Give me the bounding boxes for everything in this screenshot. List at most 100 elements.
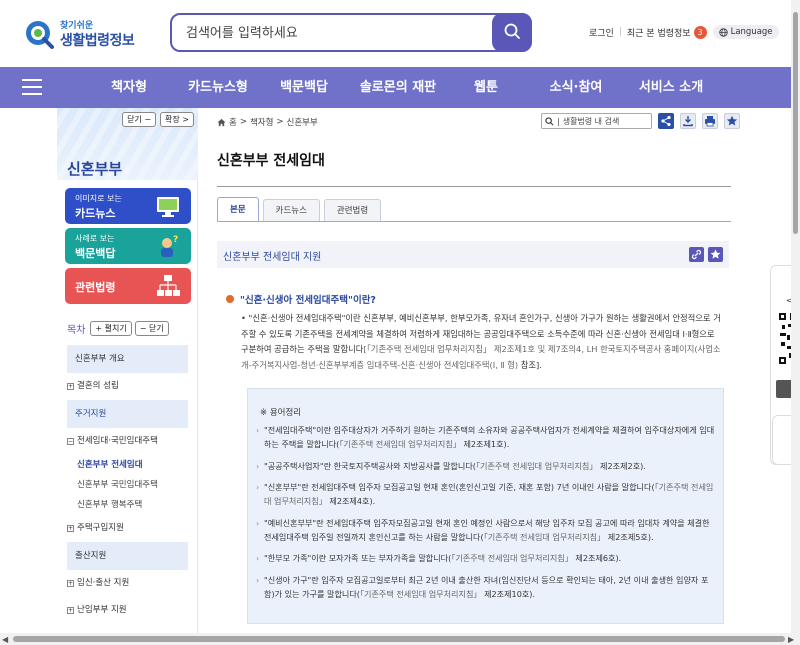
toc-item-label: 결혼의 성립 bbox=[77, 381, 119, 391]
definition-item: "공공주택사업자"란 한국토지주택공사와 지방공사를 말합니다(「기존주택 전세… bbox=[256, 459, 718, 473]
site-logo[interactable]: 찾기쉬운 생활법령정보 bbox=[24, 16, 135, 52]
toc-item-label: 난임부부 지원 bbox=[77, 605, 127, 615]
nav-item-qa[interactable]: 백문백답 bbox=[268, 67, 340, 108]
toc-item-label: 임신·출산 지원 bbox=[77, 578, 130, 588]
toc-close-button[interactable]: − 닫기 bbox=[134, 321, 169, 336]
toc-label: 목차 bbox=[67, 325, 86, 336]
promo-cardnews[interactable]: 이미지로 보는 카드뉴스 bbox=[65, 188, 191, 224]
expand-icon[interactable]: + bbox=[67, 607, 74, 614]
monitor-icon bbox=[157, 197, 179, 217]
nav-item-news[interactable]: 소식·참여 bbox=[516, 67, 636, 108]
definitions-list: "전세임대주택"이란 입주대상자가 거주하기 원하는 기존주택의 소유자와 공공… bbox=[256, 423, 718, 609]
toc-section-label: 주거지원 bbox=[75, 409, 107, 419]
definitions-box: ※ 용어정리 "전세임대주택"이란 입주대상자가 거주하기 원하는 기존주택의 … bbox=[247, 388, 724, 624]
toc-subitem[interactable]: 신혼부부 행복주택 bbox=[67, 495, 188, 515]
expand-icon[interactable]: + bbox=[67, 383, 74, 390]
toc-item-label: 주택구입지원 bbox=[77, 523, 124, 533]
person-question-icon: ? bbox=[161, 235, 178, 257]
toc-section[interactable]: 신혼부부 개요 bbox=[67, 345, 188, 373]
collapse-icon[interactable]: − bbox=[67, 438, 74, 445]
language-label: Language bbox=[730, 27, 773, 37]
breadcrumb-sep: > bbox=[276, 117, 284, 127]
toc-section[interactable]: 주거지원 bbox=[67, 400, 188, 428]
section-bookmark-button[interactable] bbox=[708, 247, 723, 262]
definition-reference[interactable]: 「기존주택 전세임대 업무처리지침」 bbox=[360, 589, 482, 599]
language-button[interactable]: Language bbox=[712, 25, 779, 39]
nav-items: 책자형 카드뉴스형 백문백답 솔로몬의 재판 웹툰 소식·참여 서비스 소개 bbox=[90, 67, 706, 108]
question-heading: "신혼·신생아 전세임대주택"이란? bbox=[226, 292, 376, 306]
horizontal-scroll-thumb[interactable] bbox=[13, 636, 785, 642]
scroll-right-icon[interactable]: ▶ bbox=[788, 635, 794, 644]
nav-item-about[interactable]: 서비스 소개 bbox=[636, 67, 706, 108]
breadcrumb-home[interactable]: 홈 bbox=[229, 116, 237, 128]
section-link-button[interactable] bbox=[689, 247, 704, 262]
search-input[interactable] bbox=[186, 23, 486, 43]
star-icon bbox=[710, 249, 721, 259]
toc-item[interactable]: + 주택구입지원 bbox=[67, 515, 188, 542]
tab-body[interactable]: 본문 bbox=[217, 197, 259, 221]
definition-item: "한부모 가족"이란 모자가족 또는 부자가족을 말합니다(「기존주택 전세임대… bbox=[256, 551, 718, 565]
toc-subitem-label: 신혼부부 국민임대주택 bbox=[77, 480, 158, 490]
nav-item-cardnews[interactable]: 카드뉴스형 bbox=[168, 67, 268, 108]
toc-expand-button[interactable]: + 펼치기 bbox=[90, 321, 132, 336]
content-search-label: 생활법령 내 검색 bbox=[562, 116, 620, 126]
promo-law[interactable]: 관련법령 bbox=[65, 268, 191, 304]
bookmark-button[interactable] bbox=[724, 113, 740, 129]
toc-subitem-active[interactable]: 신혼부부 전세임대 bbox=[67, 455, 188, 475]
definition-reference[interactable]: 「기존주택 전세임대 업무처리지침」 bbox=[339, 439, 461, 449]
sidebar-title: 신혼부부 bbox=[67, 160, 123, 178]
section-header: 신혼부부 전세임대 지원 bbox=[217, 241, 729, 268]
menu-hamburger-icon[interactable] bbox=[22, 79, 42, 97]
toc-item[interactable]: + 임신·출산 지원 bbox=[67, 570, 188, 597]
breadcrumb-book[interactable]: 책자형 bbox=[250, 116, 273, 128]
nav-item-solomon[interactable]: 솔로몬의 재판 bbox=[340, 67, 456, 108]
definition-tail: 제2조제10호). bbox=[481, 588, 536, 599]
definition-tail: 제2조제4호). bbox=[326, 496, 376, 507]
definition-reference[interactable]: 「기존주택 전세임대 업무처리지침」 bbox=[451, 553, 573, 563]
left-sidebar: 닫기 − 확장 > 신혼부부 이미지로 보는 카드뉴스 사례로 보는 백문백답 … bbox=[57, 108, 198, 638]
toc-item[interactable]: − 전세임대·국민임대주택 bbox=[67, 428, 188, 455]
vertical-scroll-thumb[interactable] bbox=[793, 12, 798, 234]
expand-icon[interactable]: + bbox=[67, 525, 74, 532]
horizontal-scrollbar[interactable]: ◀ ▶ bbox=[0, 633, 800, 645]
divider: | bbox=[557, 116, 560, 126]
site-header: 찾기쉬운 생활법령정보 로그인 | 최근 본 법령정보 3 Language bbox=[0, 0, 800, 67]
scroll-left-icon[interactable]: ◀ bbox=[2, 635, 8, 644]
tabs-divider bbox=[217, 221, 731, 222]
content-search-field[interactable]: | 생활법령 내 검색 bbox=[541, 113, 652, 129]
definition-reference[interactable]: 「기존주택 전세임대 업무처리지침」 bbox=[476, 461, 598, 471]
sidebar-close-button[interactable]: 닫기 − bbox=[122, 112, 157, 127]
promo-qa[interactable]: 사례로 보는 백문백답 ? bbox=[65, 228, 191, 264]
breadcrumb-current[interactable]: 신혼부부 bbox=[287, 116, 318, 128]
toc-subitem-label: 신혼부부 전세임대 bbox=[77, 460, 143, 470]
definition-reference[interactable]: 「기존주택 전세임대 업무처리지침」 bbox=[484, 532, 606, 542]
toc-section[interactable]: 출산지원 bbox=[67, 542, 188, 570]
org-chart-icon bbox=[157, 275, 180, 296]
toc-item[interactable]: + 난임부부 지원 bbox=[67, 597, 188, 624]
download-icon bbox=[683, 116, 693, 127]
toc-subitem[interactable]: 신혼부부 국민임대주택 bbox=[67, 475, 188, 495]
toc-item[interactable]: + 결혼의 성립 bbox=[67, 373, 188, 400]
nav-item-webtoon[interactable]: 웹툰 bbox=[456, 67, 516, 108]
sidebar-expand-button[interactable]: 확장 > bbox=[160, 112, 194, 127]
toc-subitem-label: 신혼부부 행복주택 bbox=[77, 500, 143, 510]
tab-related-law[interactable]: 관련법령 bbox=[323, 199, 382, 221]
login-link[interactable]: 로그인 bbox=[589, 26, 614, 39]
question-text: "신혼·신생아 전세임대주택"이란? bbox=[240, 295, 376, 306]
definition-item: "예비신혼부부"란 전세임대주택 입주자모집공고일 현재 혼인 예정인 사람으로… bbox=[256, 516, 718, 544]
definitions-heading: ※ 용어정리 bbox=[260, 408, 302, 418]
expand-icon[interactable]: + bbox=[67, 580, 74, 587]
print-button[interactable] bbox=[702, 113, 718, 129]
recent-link[interactable]: 최근 본 법령정보 bbox=[627, 26, 691, 39]
divider: | bbox=[618, 27, 622, 37]
share-icon bbox=[661, 115, 671, 127]
promo-cardnews-sub: 이미지로 보는 bbox=[75, 194, 122, 203]
top-utility: 로그인 | 최근 본 법령정보 3 Language bbox=[589, 24, 779, 40]
download-button[interactable] bbox=[680, 113, 696, 129]
tab-cardnews[interactable]: 카드뉴스 bbox=[262, 199, 320, 221]
recent-count-badge: 3 bbox=[693, 25, 707, 39]
search-button[interactable] bbox=[492, 13, 532, 52]
nav-item-book[interactable]: 책자형 bbox=[90, 67, 168, 108]
vertical-scrollbar[interactable] bbox=[791, 0, 800, 633]
share-button[interactable] bbox=[658, 113, 674, 129]
